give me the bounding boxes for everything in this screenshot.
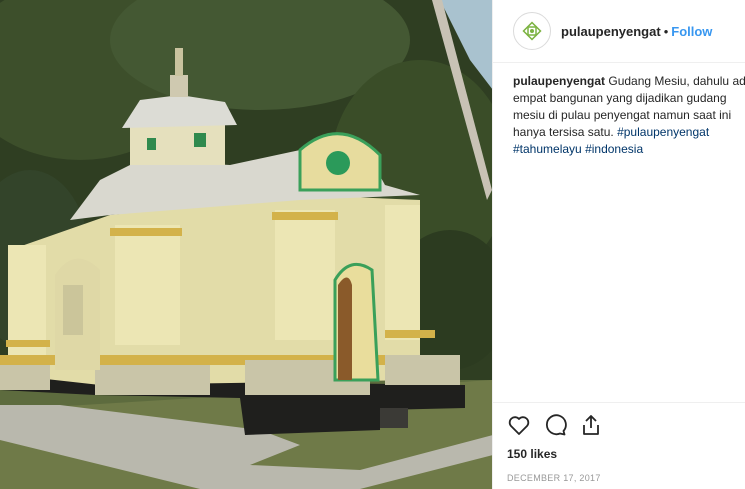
hashtag-link[interactable]: #tahumelayu [513, 142, 582, 156]
logo-icon [520, 19, 544, 43]
hashtag-link[interactable]: #indonesia [585, 142, 643, 156]
comment-icon[interactable] [543, 413, 567, 437]
post-caption: pulaupenyengat Gudang Mesiu, dahulu ada … [493, 63, 745, 193]
post-sidebar: pulaupenyengat • Follow pulaupenyengat G… [492, 0, 745, 489]
username[interactable]: pulaupenyengat [561, 24, 661, 39]
heart-icon[interactable] [507, 413, 531, 437]
gudang-mesiu-photo [0, 0, 492, 489]
likes-count[interactable]: 150 likes [507, 447, 745, 461]
post-photo[interactable] [0, 0, 492, 489]
share-icon[interactable] [579, 413, 603, 437]
avatar[interactable] [513, 12, 551, 50]
instagram-post: pulaupenyengat • Follow pulaupenyengat G… [0, 0, 745, 489]
hashtag-link[interactable]: #pulaupenyengat [617, 125, 709, 139]
caption-username[interactable]: pulaupenyengat [513, 74, 605, 88]
post-date: DECEMBER 17, 2017 [507, 473, 601, 483]
post-header: pulaupenyengat • Follow [493, 0, 745, 63]
separator-dot: • [663, 23, 669, 39]
post-footer: 150 likes DECEMBER 17, 2017 [493, 402, 745, 483]
follow-button[interactable]: Follow [671, 24, 712, 39]
action-bar [507, 411, 745, 439]
